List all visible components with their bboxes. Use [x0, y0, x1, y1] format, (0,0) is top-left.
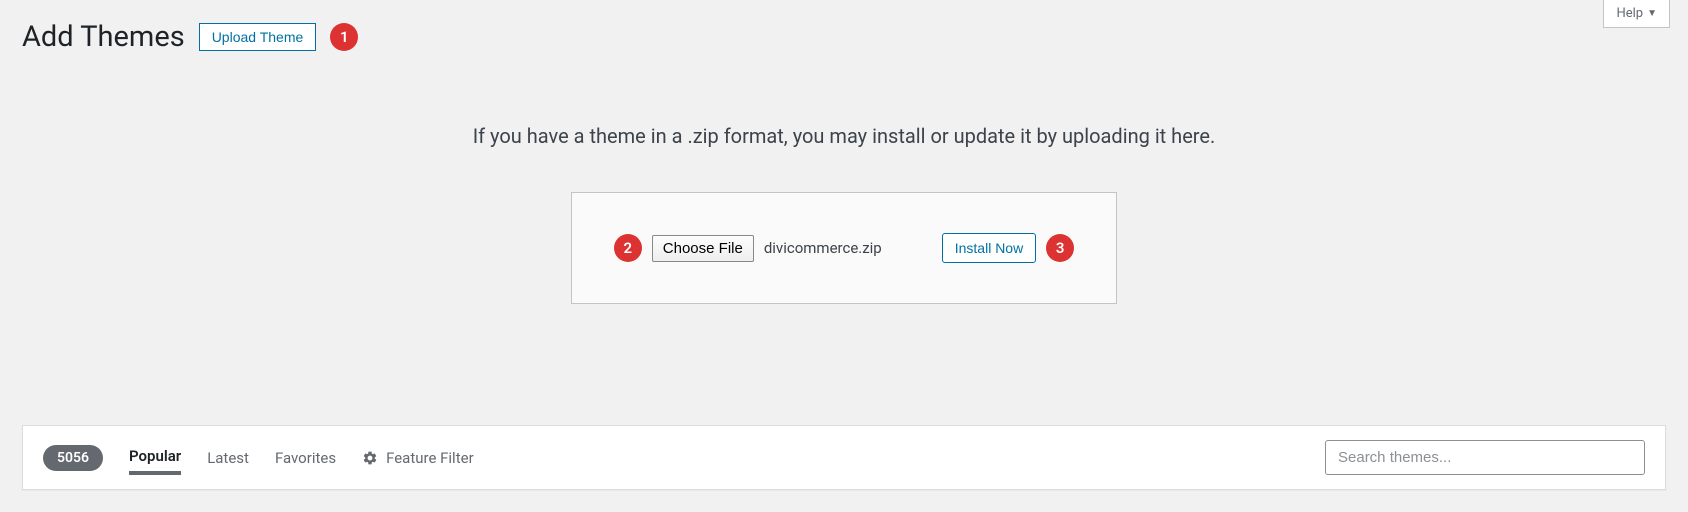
help-tab[interactable]: Help ▼: [1603, 0, 1670, 28]
install-section: Install Now 3: [942, 233, 1074, 263]
filter-popular[interactable]: Popular: [129, 441, 181, 475]
theme-count-pill: 5056: [43, 445, 103, 471]
annotation-badge-2: 2: [614, 234, 642, 262]
help-label: Help: [1616, 6, 1643, 21]
feature-filter-button[interactable]: Feature Filter: [362, 449, 474, 467]
annotation-badge-1: 1: [330, 23, 358, 51]
chevron-down-icon: ▼: [1647, 8, 1657, 19]
upload-area: If you have a theme in a .zip format, yo…: [0, 64, 1688, 344]
gear-icon: [362, 450, 378, 466]
file-section: 2 Choose File divicommerce.zip: [614, 234, 882, 262]
upload-instruction: If you have a theme in a .zip format, yo…: [20, 124, 1668, 148]
upload-theme-button[interactable]: Upload Theme: [199, 23, 317, 51]
search-themes-input[interactable]: [1325, 440, 1645, 475]
page-title: Add Themes: [22, 20, 185, 54]
install-now-button[interactable]: Install Now: [942, 233, 1036, 263]
upload-form: 2 Choose File divicommerce.zip Install N…: [571, 192, 1117, 304]
filter-favorites[interactable]: Favorites: [275, 443, 336, 473]
choose-file-button[interactable]: Choose File: [652, 235, 754, 262]
page-header: Add Themes Upload Theme 1: [0, 0, 1688, 64]
annotation-badge-3: 3: [1046, 234, 1074, 262]
selected-filename: divicommerce.zip: [764, 239, 882, 257]
filter-bar: 5056 Popular Latest Favorites Feature Fi…: [22, 425, 1666, 490]
feature-filter-label: Feature Filter: [386, 449, 474, 467]
filter-latest[interactable]: Latest: [207, 443, 249, 473]
